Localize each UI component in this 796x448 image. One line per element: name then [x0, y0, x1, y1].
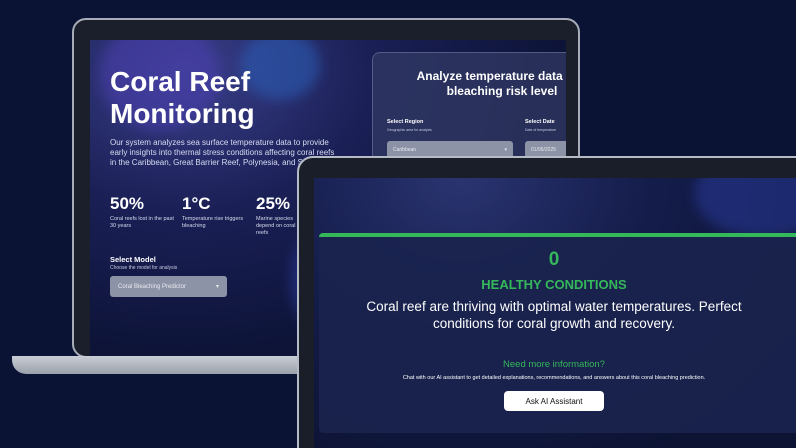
stat-value: 50% [110, 194, 145, 213]
stat-card: 50% Coral reefs lost in the past 30 year… [110, 194, 180, 230]
coral-background [694, 178, 796, 238]
result-status: HEALTHY CONDITIONS [481, 277, 627, 292]
model-select[interactable]: Coral Bleaching Predictor ▾ [110, 276, 227, 297]
region-sublabel: Geographic area for analysis [387, 128, 432, 132]
info-title: Need more information? [503, 359, 605, 370]
hero-title: Coral Reef Monitoring [110, 66, 255, 129]
info-subtitle: Chat with our AI assistant to get detail… [402, 375, 706, 381]
date-label: Select Date [525, 119, 555, 125]
stat-label: Temperature rise triggers bleaching [182, 216, 244, 229]
date-sublabel: Date of temperature [525, 128, 557, 132]
model-select-value: Coral Bleaching Predictor [118, 283, 187, 290]
region-label: Select Region [387, 119, 424, 125]
result-value: 0 [548, 249, 560, 270]
ask-ai-assistant-button[interactable]: Ask AI Assistant [504, 391, 604, 411]
prediction-result-card: 0 HEALTHY CONDITIONS Coral reef are thri… [319, 233, 796, 433]
laptop-base [12, 356, 312, 374]
select-model-title: Select Model [110, 255, 156, 264]
chevron-down-icon: ▾ [215, 284, 219, 290]
panel-title: Analyze temperature data to a bleaching … [416, 69, 566, 98]
date-input-value: 01/06/2025 [531, 146, 557, 153]
select-model-subtitle: Choose the model for analysis [110, 265, 178, 271]
tablet-device: 0 HEALTHY CONDITIONS Coral reef are thri… [297, 156, 796, 448]
region-select-value: Caribbean [393, 146, 417, 153]
stat-card: 1°C Temperature rise triggers bleaching [182, 194, 252, 230]
tablet-screen: 0 HEALTHY CONDITIONS Coral reef are thri… [314, 178, 796, 448]
stat-label: Coral reefs lost in the past 30 years [110, 216, 174, 229]
stat-value: 1°C [182, 194, 211, 213]
chevron-down-icon: ▾ [504, 146, 507, 153]
result-description: Coral reef are thriving with optimal wat… [366, 299, 742, 331]
